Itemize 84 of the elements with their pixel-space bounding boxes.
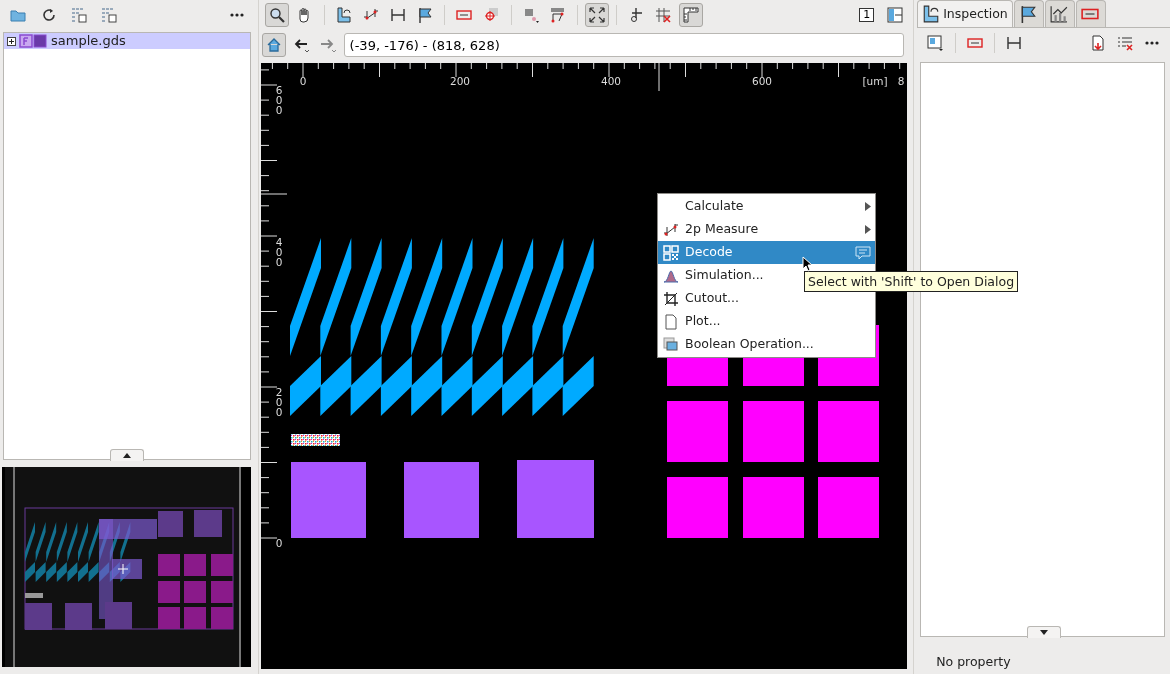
view-button[interactable]: 1: [853, 3, 880, 27]
sawtooth-shape: [411, 356, 443, 417]
grid-icon: [70, 7, 87, 23]
sawtooth-shape: [502, 356, 534, 417]
qr-code-icon: [663, 244, 680, 261]
sawtooth-shape: [471, 356, 503, 417]
square-icon: [522, 7, 539, 23]
ruler-label: 600: [752, 75, 773, 88]
overlap-icon: [663, 336, 680, 353]
tooltip: Select with 'Shift' to Open Dialog: [804, 271, 1019, 293]
origin-icon: [628, 7, 645, 23]
collapse-tab[interactable]: [110, 449, 145, 461]
path-icon: [549, 7, 566, 23]
menu-item[interactable]: 2p Measure: [658, 218, 876, 242]
layout-rectangle: [743, 477, 805, 539]
ruler-label: [um]: [862, 75, 888, 88]
menu-item[interactable]: Boolean Operation...: [658, 333, 876, 357]
crop-icon: [663, 290, 680, 307]
search-icon: [269, 7, 286, 23]
split-view-icon: [886, 7, 903, 23]
frame-icon: [456, 7, 473, 23]
tree-label: sample.gds: [51, 33, 126, 49]
inspector-tab[interactable]: [1013, 0, 1044, 27]
ruler-label: 400: [601, 75, 622, 88]
inspector-tab[interactable]: [1044, 0, 1075, 27]
grid-clear-icon: [655, 7, 672, 23]
coordinates-field[interactable]: (-39, -176) - (818, 628): [343, 33, 904, 57]
ruler-label: 8: [897, 75, 905, 88]
list-clear-icon: [1116, 35, 1133, 51]
ruler-label: 600: [275, 84, 283, 117]
mouse-pointer-icon: [802, 255, 814, 272]
layout-rectangle: [818, 477, 880, 539]
layout-rectangle: [667, 401, 729, 463]
refresh-icon: [40, 7, 57, 23]
home-button[interactable]: [262, 33, 287, 57]
home-icon: [266, 37, 283, 53]
flag-icon: [417, 7, 434, 23]
forward-icon: [320, 37, 337, 53]
width-icon: [389, 7, 406, 23]
expander-icon[interactable]: [7, 36, 16, 46]
sawtooth-shape: [320, 356, 352, 417]
sawtooth-shape: [290, 356, 322, 417]
sawtooth-shape: [441, 356, 473, 417]
target-icon: [483, 7, 500, 23]
menu-item[interactable]: Calculate: [658, 195, 876, 219]
frame-icon: [966, 35, 983, 51]
sawtooth-shape: [350, 356, 382, 417]
status-text: No property: [935, 653, 1012, 671]
layout-icon: [335, 7, 352, 23]
ruler-label: 200: [275, 386, 283, 419]
dropdown-icon: [927, 35, 944, 51]
expand-tab[interactable]: [1026, 626, 1061, 638]
search-button[interactable]: [265, 3, 290, 27]
folder-icon: [10, 7, 27, 23]
fit-icon: [589, 7, 606, 23]
layout-rectangle: [743, 401, 805, 463]
inspector-tab[interactable]: Inspection: [917, 0, 1013, 27]
width-icon: [1005, 35, 1022, 51]
fit-button[interactable]: [585, 3, 610, 27]
chart-icon: [1049, 5, 1068, 23]
ruler-label: 0: [275, 537, 283, 550]
ruler-button[interactable]: [678, 3, 703, 27]
cell-icon: [19, 34, 47, 49]
tree-item[interactable]: sample.gds: [4, 33, 250, 49]
ruler-label: 200: [450, 75, 471, 88]
layout-rectangle: [818, 401, 880, 463]
sawtooth-shape: [532, 356, 564, 417]
document-icon: [1089, 35, 1106, 51]
layout-icon: [922, 5, 941, 23]
grid-icon: [101, 7, 117, 23]
document-icon: [663, 313, 680, 330]
sawtooth-shape: [562, 356, 594, 417]
ruler-icon: [682, 7, 699, 23]
measure-icon: [663, 221, 680, 238]
expand-icon: [1039, 630, 1048, 635]
dotted-strip: [291, 434, 341, 447]
menu-item[interactable]: Plot...: [658, 310, 876, 334]
layout-rectangle: [667, 477, 729, 539]
collapse-icon: [123, 453, 132, 458]
ruler-label: 400: [275, 236, 283, 269]
menu-item[interactable]: Decode: [658, 241, 876, 265]
ruler-label: 0: [299, 75, 307, 88]
back-icon: [293, 37, 310, 53]
sawtooth-shape: [381, 356, 412, 417]
